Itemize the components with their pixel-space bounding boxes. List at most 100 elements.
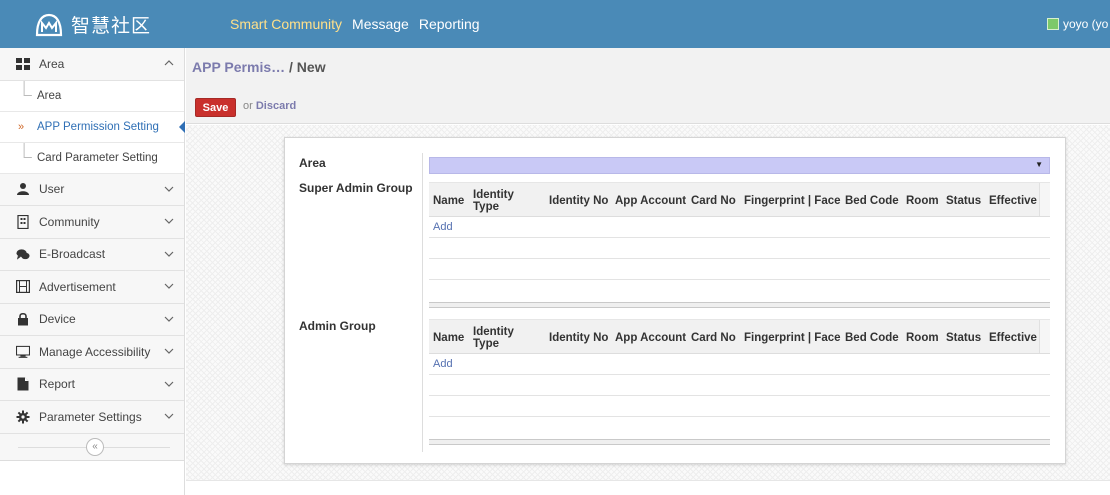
column-resize-handle[interactable] xyxy=(1039,320,1050,353)
column-header-identity-type[interactable]: Identity Type xyxy=(473,183,514,218)
sidebar-item-label: Manage Accessibility xyxy=(39,344,151,359)
sidebar-item-label: Parameter Settings xyxy=(39,409,142,424)
form-canvas: Area ▼ Super Admin Group Name Identity T… xyxy=(186,125,1110,480)
column-header-bed-code[interactable]: Bed Code xyxy=(845,183,899,218)
column-header-bed-code[interactable]: Bed Code xyxy=(845,320,899,355)
chevron-down-icon xyxy=(164,186,174,192)
column-header-app-account[interactable]: App Account xyxy=(615,183,686,218)
area-select[interactable]: ▼ xyxy=(429,157,1050,174)
column-header-app-account[interactable]: App Account xyxy=(615,320,686,355)
table-row: Add xyxy=(429,217,1050,238)
chevron-down-icon xyxy=(164,413,174,419)
sidebar-item-device[interactable]: Device xyxy=(0,304,184,336)
sidebar-item-user[interactable]: User xyxy=(0,174,184,206)
breadcrumb-separator: / xyxy=(285,59,297,75)
column-header-effective[interactable]: Effective xyxy=(989,320,1037,355)
column-header-card-no[interactable]: Card No xyxy=(691,320,736,355)
sidebar-subitem-label: Card Parameter Setting xyxy=(37,151,158,164)
nav-smart-community[interactable]: Smart Community xyxy=(230,16,342,32)
table-row: Add xyxy=(429,354,1050,375)
column-header-fingerprint-face[interactable]: Fingerprint | Face xyxy=(744,183,841,218)
lock-icon xyxy=(16,312,30,326)
chevron-down-icon xyxy=(164,251,174,257)
page-header: APP Permis… / New Save or Discard xyxy=(186,48,1110,124)
super-admin-grid: Name Identity Type Identity No App Accou… xyxy=(429,182,1050,308)
monitor-icon xyxy=(16,345,30,359)
user-menu[interactable]: yoyo (yo xyxy=(1047,0,1108,48)
logo-icon xyxy=(35,13,63,37)
table-row xyxy=(429,396,1050,417)
sidebar-item-parameter-settings[interactable]: Parameter Settings xyxy=(0,401,184,434)
sidebar-item-label: Community xyxy=(39,214,100,229)
column-header-identity-no[interactable]: Identity No xyxy=(549,183,608,218)
column-header-name[interactable]: Name xyxy=(433,183,464,218)
caret-down-icon: ▼ xyxy=(1035,160,1043,169)
collapse-sidebar-button[interactable]: « xyxy=(86,437,104,456)
grid-header: Name Identity Type Identity No App Accou… xyxy=(429,182,1050,217)
sidebar-item-area[interactable]: Area xyxy=(0,48,184,81)
area-label: Area xyxy=(299,156,326,170)
admin-group-label: Admin Group xyxy=(299,319,376,333)
table-row xyxy=(429,375,1050,396)
form-sheet: Area ▼ Super Admin Group Name Identity T… xyxy=(284,137,1066,464)
sidebar-item-label: E-Broadcast xyxy=(39,247,106,262)
column-header-status[interactable]: Status xyxy=(946,320,981,355)
film-icon xyxy=(16,280,30,294)
column-header-room[interactable]: Room xyxy=(906,320,939,355)
sidebar-menu: Area Area » APP Permission Setting Card … xyxy=(0,48,185,461)
table-row xyxy=(429,280,1050,301)
column-header-card-no[interactable]: Card No xyxy=(691,183,736,218)
grid-header: Name Identity Type Identity No App Accou… xyxy=(429,319,1050,354)
column-header-effective[interactable]: Effective xyxy=(989,183,1037,218)
sidebar-subitem-label: Area xyxy=(37,89,62,102)
sidebar-subitem-card-parameter-setting[interactable]: Card Parameter Setting xyxy=(0,142,184,174)
column-header-identity-no[interactable]: Identity No xyxy=(549,320,608,355)
brand-title: 智慧社区 xyxy=(71,14,152,37)
column-header-fingerprint-face[interactable]: Fingerprint | Face xyxy=(744,320,841,355)
sidebar-item-advertisement[interactable]: Advertisement xyxy=(0,271,184,304)
chat-icon xyxy=(16,247,30,261)
add-line-link[interactable]: Add xyxy=(433,358,453,370)
table-row xyxy=(429,259,1050,280)
save-button[interactable]: Save xyxy=(195,98,236,117)
brand[interactable]: 智慧社区 xyxy=(34,8,151,40)
add-line-link[interactable]: Add xyxy=(433,221,453,233)
nav-reporting[interactable]: Reporting xyxy=(419,16,480,32)
column-header-status[interactable]: Status xyxy=(946,183,981,218)
chevron-down-icon xyxy=(164,218,174,224)
super-admin-group-label: Super Admin Group xyxy=(299,181,413,195)
user-icon xyxy=(16,182,30,196)
sidebar-subitem-area[interactable]: Area xyxy=(0,80,184,112)
avatar xyxy=(1047,18,1059,30)
breadcrumb-current: New xyxy=(296,59,326,75)
user-name: yoyo (yo xyxy=(1063,17,1109,31)
gear-icon xyxy=(16,410,30,424)
chevron-up-icon xyxy=(164,60,174,66)
discard-link[interactable]: Discard xyxy=(256,100,296,112)
top-nav: Smart Community Message Reporting xyxy=(230,0,490,48)
breadcrumb-parent-link[interactable]: APP Permis… xyxy=(192,59,285,75)
sidebar-item-label: Area xyxy=(39,56,65,71)
sidebar-item-report[interactable]: Report xyxy=(0,369,184,401)
nav-message[interactable]: Message xyxy=(352,16,409,32)
column-header-identity-type[interactable]: Identity Type xyxy=(473,320,514,355)
chevron-down-icon xyxy=(164,348,174,354)
sidebar: Area Area » APP Permission Setting Card … xyxy=(0,48,185,495)
active-pointer-icon xyxy=(179,120,185,133)
sidebar-collapse-row: « xyxy=(0,434,184,460)
sidebar-item-label: Device xyxy=(39,312,76,327)
sidebar-item-manage-accessibility[interactable]: Manage Accessibility xyxy=(0,336,184,369)
building-icon xyxy=(16,214,30,229)
tree-line-icon xyxy=(23,142,32,158)
column-header-room[interactable]: Room xyxy=(906,183,939,218)
tree-line-icon xyxy=(23,80,32,96)
sidebar-item-e-broadcast[interactable]: E-Broadcast xyxy=(0,239,184,271)
bottom-strip xyxy=(186,480,1110,495)
column-header-name[interactable]: Name xyxy=(433,320,464,355)
chevron-down-icon xyxy=(164,316,174,322)
sidebar-item-community[interactable]: Community xyxy=(0,206,184,239)
label-divider xyxy=(422,153,423,452)
column-resize-handle[interactable] xyxy=(1039,183,1050,216)
table-row xyxy=(429,238,1050,259)
sidebar-subitem-app-permission-setting[interactable]: » APP Permission Setting xyxy=(0,111,185,143)
